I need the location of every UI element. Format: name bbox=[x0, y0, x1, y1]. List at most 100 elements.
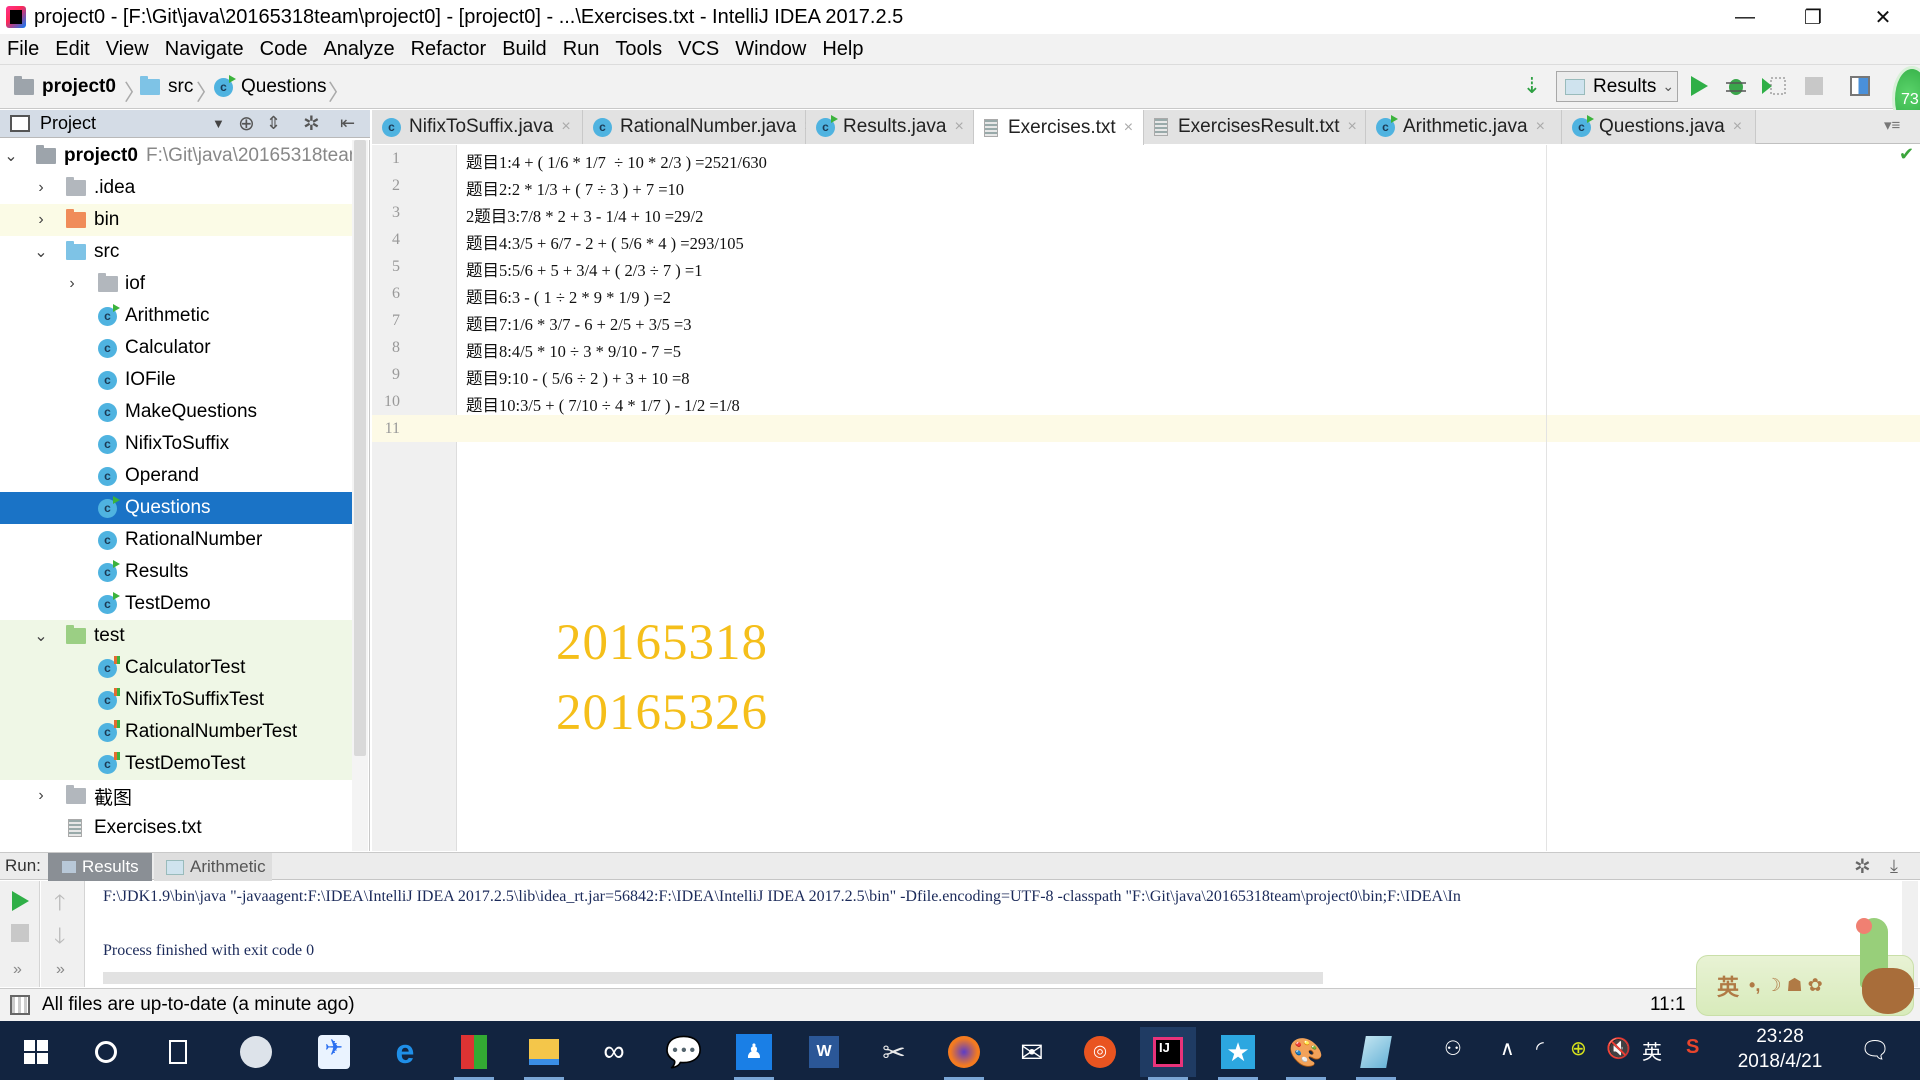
taskbar-app-snipping[interactable]: ✂ bbox=[866, 1027, 922, 1077]
tab-nifixtosuffix-java[interactable]: c NifixToSuffix.java × bbox=[372, 110, 583, 144]
taskbar-app-baidu-netdisk[interactable]: ∞ bbox=[586, 1027, 642, 1077]
code-line[interactable]: 题目4:3/5 + 6/7 - 2 + ( 5/6 * 4 ) =293/105 bbox=[466, 230, 744, 254]
tree-item-nifixtosuffixtest[interactable]: c NifixToSuffixTest bbox=[0, 684, 352, 716]
wifi-icon[interactable]: ◜ bbox=[1536, 1036, 1544, 1061]
menu-analyze[interactable]: Analyze bbox=[323, 38, 394, 61]
scroll-from-source-icon[interactable]: ⊕ bbox=[238, 111, 255, 136]
security-app-icon[interactable]: ⊕ bbox=[1570, 1036, 1587, 1061]
close-button[interactable]: ✕ bbox=[1848, 0, 1918, 34]
volume-muted-icon[interactable]: 🔇 bbox=[1606, 1036, 1631, 1061]
people-icon[interactable]: ⚇ bbox=[1444, 1036, 1462, 1061]
gear-icon[interactable]: ✲ bbox=[303, 111, 320, 136]
chevron-down-icon[interactable]: ⌄ bbox=[34, 242, 48, 262]
debug-button[interactable] bbox=[1722, 72, 1750, 100]
minimize-button[interactable]: — bbox=[1710, 0, 1780, 34]
gear-icon[interactable]: ✲ bbox=[1854, 854, 1871, 879]
menu-file[interactable]: File bbox=[7, 38, 39, 61]
stop-button[interactable] bbox=[1800, 72, 1828, 100]
restore-button[interactable]: ❐ bbox=[1778, 0, 1848, 34]
tree-item-makequestions[interactable]: c MakeQuestions bbox=[0, 396, 352, 428]
tree-item-test[interactable]: ⌄ test bbox=[0, 620, 352, 652]
code-line[interactable]: 题目5:5/6 + 5 + 3/4 + ( 2/3 ÷ 7 ) =1 bbox=[466, 257, 702, 281]
chevron-right-icon[interactable]: › bbox=[34, 211, 48, 229]
tree-item-testdemo[interactable]: c TestDemo bbox=[0, 588, 352, 620]
menu-tools[interactable]: Tools bbox=[615, 38, 662, 61]
tab-arithmetic-java[interactable]: c Arithmetic.java × bbox=[1366, 110, 1562, 144]
tree-scrollbar[interactable] bbox=[352, 140, 368, 851]
collapse-all-icon[interactable]: ⇕ bbox=[266, 113, 281, 134]
more-actions-icon[interactable]: » bbox=[13, 961, 22, 979]
tree-item-questions[interactable]: c Questions bbox=[0, 492, 368, 524]
console-horizontal-scrollbar[interactable] bbox=[103, 972, 1323, 984]
chevron-down-icon[interactable]: ⌄ bbox=[34, 626, 48, 646]
taskbar-app-feishu[interactable]: ✈ bbox=[306, 1027, 362, 1077]
code-line[interactable]: 题目7:1/6 * 3/7 - 6 + 2/5 + 3/5 =3 bbox=[466, 311, 691, 335]
code-line[interactable]: 题目10:3/5 + ( 7/10 ÷ 4 * 1/7 ) - 1/2 =1/8 bbox=[466, 392, 740, 416]
tree-item-rationalnumber[interactable]: c RationalNumber bbox=[0, 524, 352, 556]
chevron-down-icon[interactable]: ⌄ bbox=[4, 146, 18, 166]
start-button[interactable] bbox=[8, 1027, 64, 1077]
tree-item-results[interactable]: c Results bbox=[0, 556, 352, 588]
tab-exercisesresult-txt[interactable]: ExercisesResult.txt × bbox=[1144, 110, 1366, 144]
taskbar-app-edge[interactable]: e bbox=[377, 1027, 433, 1077]
menu-edit[interactable]: Edit bbox=[55, 38, 89, 61]
cortana-button[interactable] bbox=[78, 1027, 134, 1077]
chevron-right-icon[interactable]: › bbox=[34, 787, 48, 805]
menu-help[interactable]: Help bbox=[822, 38, 863, 61]
menu-run[interactable]: Run bbox=[563, 38, 600, 61]
hide-panel-icon[interactable]: ⤓ bbox=[1890, 856, 1898, 877]
menu-window[interactable]: Window bbox=[735, 38, 806, 61]
tab-exercises-txt[interactable]: Exercises.txt × bbox=[974, 110, 1144, 145]
tree-item-rationalnumbertest[interactable]: c RationalNumberTest bbox=[0, 716, 352, 748]
run-with-coverage-button[interactable] bbox=[1760, 72, 1788, 100]
tab-results-java[interactable]: c Results.java × bbox=[806, 110, 974, 144]
code-line[interactable]: 题目1:4 + ( 1/6 * 1/7 ÷ 10 * 2/3 ) =2521/6… bbox=[466, 149, 767, 173]
chevron-right-icon[interactable]: › bbox=[34, 179, 48, 197]
tree-item-src[interactable]: ⌄ src bbox=[0, 236, 352, 268]
clock[interactable]: 23:28 2018/4/21 bbox=[1730, 1024, 1830, 1074]
tree-item-iof[interactable]: › iof bbox=[0, 268, 352, 300]
taskbar-app-qq[interactable]: ♟ bbox=[726, 1027, 782, 1080]
down-arrow-icon[interactable]: 🡓 bbox=[54, 919, 65, 957]
tree-item-iofile[interactable]: c IOFile bbox=[0, 364, 352, 396]
sort-binary-icon[interactable]: ⇣ bbox=[1518, 72, 1546, 100]
tree-item-testdemotest[interactable]: c TestDemoTest bbox=[0, 748, 352, 780]
taskbar-app-star[interactable]: ★ bbox=[1210, 1027, 1266, 1080]
code-line[interactable]: 题目6:3 - ( 1 ÷ 2 * 9 * 1/9 ) =2 bbox=[466, 284, 671, 308]
menu-refactor[interactable]: Refactor bbox=[411, 38, 487, 61]
code-line[interactable]: 题目8:4/5 * 10 ÷ 3 * 9/10 - 7 =5 bbox=[466, 338, 681, 362]
menu-code[interactable]: Code bbox=[260, 38, 308, 61]
tree-item-screenshots[interactable]: › 截图 bbox=[0, 780, 352, 812]
tab-rationalnumber-java[interactable]: c RationalNumber.java × bbox=[583, 110, 814, 144]
close-tab-icon[interactable]: × bbox=[1124, 119, 1133, 137]
ime-mode[interactable]: 英 bbox=[1717, 970, 1739, 1002]
close-tab-icon[interactable]: × bbox=[1536, 118, 1545, 136]
more-actions-icon[interactable]: » bbox=[56, 961, 65, 979]
taskbar-app-wechat[interactable]: 💬 bbox=[656, 1027, 712, 1077]
stop-icon[interactable] bbox=[11, 924, 29, 942]
tree-item-arithmetic[interactable]: c Arithmetic bbox=[0, 300, 352, 332]
ime-tools[interactable]: •, ☽ ☗ ✿ bbox=[1749, 975, 1823, 996]
hide-panel-icon[interactable]: ⇤ bbox=[340, 113, 355, 134]
run-configuration-dropdown[interactable]: Results ⌄ bbox=[1556, 71, 1678, 102]
project-panel-title[interactable]: Project bbox=[40, 113, 96, 134]
action-center-icon[interactable]: 🗨 bbox=[1860, 1036, 1890, 1065]
close-tab-icon[interactable]: × bbox=[1348, 118, 1357, 136]
code-line[interactable]: 2题目3:7/8 * 2 + 3 - 1/4 + 10 =29/2 bbox=[466, 203, 703, 227]
tree-item-operand[interactable]: c Operand bbox=[0, 460, 352, 492]
taskbar-app-file-explorer[interactable] bbox=[516, 1027, 572, 1080]
tab-questions-java[interactable]: c Questions.java × bbox=[1562, 110, 1756, 144]
sogou-ime-icon[interactable]: S bbox=[1686, 1036, 1699, 1059]
breadcrumb-questions[interactable]: c Questions bbox=[214, 65, 327, 109]
tree-scrollbar-thumb[interactable] bbox=[354, 140, 366, 756]
menu-view[interactable]: View bbox=[106, 38, 149, 61]
taskbar-app-ubuntu[interactable]: ◎ bbox=[1072, 1027, 1128, 1077]
show-hidden-icons-chevron[interactable]: ∧ bbox=[1500, 1036, 1515, 1061]
ime-indicator[interactable]: 英 bbox=[1642, 1036, 1662, 1065]
tree-item-calculator[interactable]: c Calculator bbox=[0, 332, 352, 364]
menu-build[interactable]: Build bbox=[502, 38, 546, 61]
taskbar-app-1[interactable] bbox=[228, 1027, 284, 1077]
tab-list-icon[interactable]: ▾≡ bbox=[1884, 116, 1900, 134]
run-button[interactable] bbox=[1685, 72, 1713, 100]
rerun-icon[interactable] bbox=[11, 890, 31, 912]
